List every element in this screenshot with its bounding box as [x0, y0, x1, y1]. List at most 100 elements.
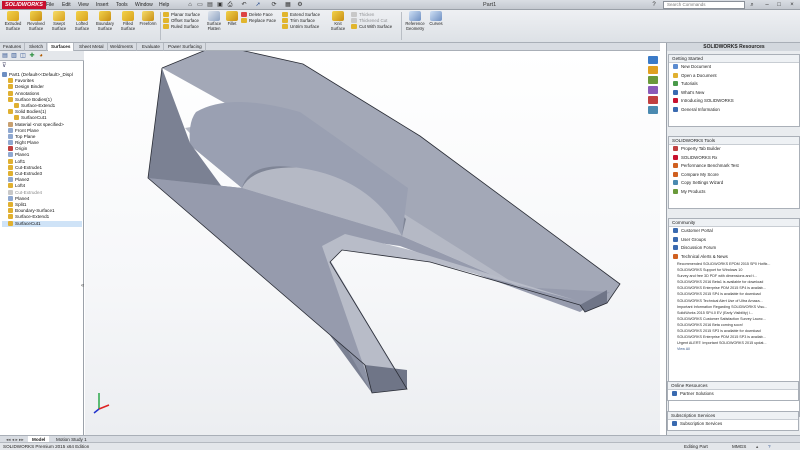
tab-sheet-metal[interactable]: Sheet Metal [76, 43, 108, 51]
partner-solutions-link[interactable]: Partner Solutions [668, 390, 798, 399]
new-document-icon[interactable]: ▭ [196, 1, 204, 9]
design-library-icon[interactable] [648, 66, 658, 74]
untrim-surface-button[interactable]: Untrim Surface [282, 24, 320, 30]
menu-edit[interactable]: Edit [62, 2, 71, 8]
subscription-services-header[interactable]: Subscription Services [668, 412, 798, 420]
tab-power-surfacing[interactable]: Power Surfacing [165, 43, 206, 51]
search-icon[interactable]: ⌕ [748, 1, 756, 9]
appearances-icon[interactable] [648, 96, 658, 104]
compare-my-score-link[interactable]: Compare My Score [669, 171, 799, 180]
revolved-surface-button[interactable]: Revolved Surface [25, 11, 47, 31]
display-manager-icon[interactable]: ◕ [37, 52, 45, 60]
new-document-link[interactable]: New Document [669, 63, 799, 72]
minimize-icon[interactable]: – [762, 1, 772, 9]
technical-alerts-link[interactable]: Technical Alerts & News [669, 253, 799, 262]
customer-portal-link[interactable]: Customer Portal [669, 227, 799, 236]
solidworks-rx-link[interactable]: SOLIDWORKS Rx [669, 154, 799, 163]
fillet-button[interactable]: Fillet [225, 11, 239, 27]
print-icon[interactable]: ⎙ [226, 1, 234, 9]
tree-item-label: Surface-Extend1 [15, 214, 50, 220]
open-document-link[interactable]: Open a Document [669, 72, 799, 81]
tree-item[interactable]: SurfaceCut1 [2, 220, 82, 227]
curves-button[interactable]: Curves [428, 11, 444, 27]
general-information-link[interactable]: General Information [669, 106, 799, 115]
menu-insert[interactable]: Insert [96, 2, 109, 8]
reference-geometry-icon [409, 11, 421, 21]
custom-properties-icon[interactable] [648, 106, 658, 114]
my-products-link[interactable]: My Products [669, 188, 799, 197]
menu-tools[interactable]: Tools [116, 2, 128, 8]
tab-weldments[interactable]: Weldments [107, 43, 137, 51]
boundary-surface-button[interactable]: Boundary Surface [93, 11, 117, 31]
tutorials-link[interactable]: Tutorials [669, 80, 799, 89]
file-explorer-icon[interactable] [648, 76, 658, 84]
whats-new-link[interactable]: What's New [669, 89, 799, 98]
ruled-surface-button[interactable]: Ruled Surface [163, 24, 200, 30]
status-bar: SOLIDWORKS Premium 2015 x64 Edition Edit… [0, 442, 800, 450]
filled-surface-button[interactable]: Filled Surface [118, 11, 138, 31]
property-manager-icon[interactable]: ▥ [10, 52, 18, 60]
getting-started-header[interactable]: Getting Started [669, 55, 799, 63]
discussion-forum-link[interactable]: Discussion Forum [669, 244, 799, 253]
menu-window[interactable]: Window [135, 2, 153, 8]
tab-sketch[interactable]: Sketch [26, 43, 48, 51]
surface-flatten-button[interactable]: Surface Flatten [204, 11, 224, 31]
extruded-surface-button[interactable]: Extruded Surface [2, 11, 24, 31]
configuration-manager-icon[interactable]: ◫ [19, 52, 27, 60]
tree-item-label: Plane4 [15, 195, 30, 201]
user-groups-link[interactable]: User Groups [669, 236, 799, 245]
rebuild-icon[interactable]: ⟳ [270, 1, 278, 9]
options-icon[interactable]: ⚙ [296, 1, 304, 9]
menu-help[interactable]: Help [159, 2, 169, 8]
filter-icon[interactable]: ⊽ [2, 62, 6, 69]
tab-surfaces[interactable]: Surfaces [48, 43, 75, 51]
tab-features[interactable]: Features [0, 43, 26, 51]
reference-geometry-button[interactable]: Reference Geometry [403, 11, 427, 31]
tree-item-label: Loft4 [15, 183, 26, 189]
face-commands-group: Delete Face Replace Face [241, 12, 276, 24]
performance-benchmark-link[interactable]: Performance Benchmark Test [669, 162, 799, 171]
tab-evaluate[interactable]: Evaluate [139, 43, 164, 51]
lofted-surface-button[interactable]: Lofted Surface [71, 11, 93, 31]
select-icon[interactable]: ➚ [254, 1, 262, 9]
panel-collapse-icon[interactable]: « [81, 283, 84, 289]
task-pane-home-icon[interactable] [648, 56, 658, 64]
community-header[interactable]: Community [669, 219, 799, 227]
introducing-solidworks-link[interactable]: Introducing SOLIDWORKS [669, 97, 799, 106]
graphics-area[interactable] [85, 44, 660, 435]
units-label[interactable]: MMGS [732, 443, 746, 450]
property-tab-builder-link[interactable]: Property Tab Builder [669, 145, 799, 154]
feature-manager-icon[interactable]: ▤ [1, 52, 9, 60]
file-properties-icon[interactable]: ▦ [284, 1, 292, 9]
ruled-surface-icon [163, 24, 169, 29]
close-icon[interactable]: × [787, 1, 797, 9]
search-commands-input[interactable]: Search Commands [663, 1, 745, 9]
tree-item-label: Surface-Extend1 [21, 102, 56, 108]
swept-surface-button[interactable]: Swept Surface [48, 11, 70, 31]
help-icon[interactable]: ? [768, 443, 771, 450]
freeform-button[interactable]: Freeform [138, 11, 158, 27]
home-icon[interactable]: ⌂ [186, 1, 194, 9]
units-dropdown-icon[interactable]: ▴ [756, 443, 758, 450]
save-icon[interactable]: ▣ [216, 1, 224, 9]
solidworks-tools-header[interactable]: SOLIDWORKS Tools [669, 137, 799, 145]
open-icon[interactable]: ▤ [206, 1, 214, 9]
view-palette-icon[interactable] [648, 86, 658, 94]
subscription-services-link[interactable]: Subscription Services [668, 420, 798, 429]
info-icon [673, 106, 678, 112]
extend-surface-icon [282, 12, 288, 17]
menu-file[interactable]: File [46, 2, 54, 8]
undo-icon[interactable]: ↶ [240, 1, 248, 9]
knit-surface-button[interactable]: Knit Surface [329, 11, 347, 31]
maximize-icon[interactable]: □ [774, 1, 784, 9]
menu-view[interactable]: View [78, 2, 89, 8]
news-list: Recommended SOLIDWORKS EPDM 2015 SP0 Hot… [669, 261, 799, 346]
view-all-link[interactable]: View All [669, 346, 799, 352]
dimxpert-icon[interactable]: ✚ [28, 52, 36, 60]
cut-with-surface-button[interactable]: Cut With Surface [351, 24, 392, 30]
copy-settings-wizard-link[interactable]: Copy Settings Wizard [669, 179, 799, 188]
replace-face-button[interactable]: Replace Face [241, 18, 276, 24]
part-model[interactable] [85, 44, 660, 435]
solidworks-logo[interactable]: SOLIDWORKS [2, 1, 46, 9]
online-resources-header[interactable]: Online Resources [668, 382, 798, 390]
